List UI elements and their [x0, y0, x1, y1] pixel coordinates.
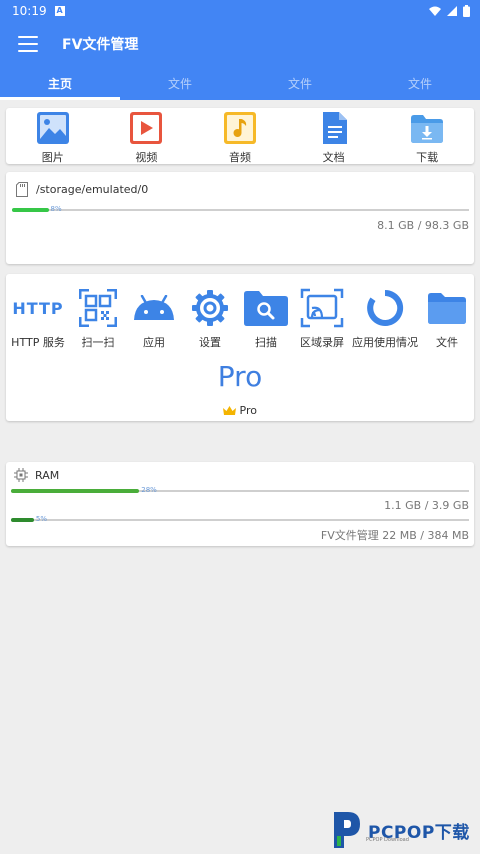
- category-downloads[interactable]: 下载: [397, 110, 457, 165]
- app-memory-size: FV文件管理 22 MB / 384 MB: [320, 529, 469, 542]
- wifi-icon: [429, 6, 441, 16]
- usage-chart-icon: [367, 289, 404, 326]
- gear-icon: [192, 290, 228, 326]
- app-bar: 10:19 A FV文件管理 主页 文件 文件 文件: [0, 0, 480, 100]
- tool-scan-qr[interactable]: 扫一扫: [70, 286, 126, 350]
- app-memory-progress-fill: [11, 518, 34, 522]
- menu-icon[interactable]: [18, 36, 38, 52]
- qr-scan-icon: [79, 289, 117, 327]
- category-label: 视频: [135, 151, 158, 164]
- tool-http-server[interactable]: HTTP HTTP 服务: [6, 286, 70, 350]
- category-label: 下载: [416, 151, 439, 164]
- tool-label: 扫描: [255, 336, 277, 349]
- tool-label: 文件: [436, 336, 458, 349]
- video-icon: [130, 112, 163, 144]
- tool-files[interactable]: 文件: [420, 286, 474, 350]
- tool-label: 应用: [143, 336, 165, 349]
- category-images[interactable]: 图片: [23, 110, 83, 165]
- sd-card-icon: [16, 182, 28, 197]
- http-icon: HTTP: [12, 298, 64, 318]
- tab-files-1[interactable]: 文件: [120, 68, 240, 100]
- cellular-icon: [447, 6, 457, 16]
- folder-icon: [428, 293, 466, 324]
- image-icon: [36, 112, 69, 144]
- tab-home[interactable]: 主页: [0, 68, 120, 100]
- tool-apps[interactable]: 应用: [126, 286, 182, 350]
- category-label: 文档: [322, 151, 345, 164]
- tool-screen-record[interactable]: 区域录屏: [294, 286, 350, 350]
- document-icon: [322, 112, 347, 144]
- pcpop-logo-icon: [334, 812, 360, 848]
- tool-scan-files[interactable]: 扫描: [238, 286, 294, 350]
- ram-progress-track: [11, 489, 469, 493]
- storage-card[interactable]: /storage/emulated/0 8% 8.1 GB / 98.3 GB: [6, 172, 474, 264]
- category-documents[interactable]: 文档: [304, 110, 364, 165]
- crown-icon: [223, 406, 237, 415]
- watermark-subtext: PCPOP Download: [366, 837, 409, 843]
- screen-cast-icon: [300, 288, 344, 328]
- tools-card: HTTP HTTP 服务 扫一扫 应用 设置 扫描 区域录屏 应用使用情况 文件…: [6, 274, 474, 421]
- app-memory-percent: 5%: [35, 515, 47, 523]
- storage-path: /storage/emulated/0: [36, 183, 149, 196]
- tool-label: 设置: [199, 336, 221, 349]
- storage-size: 8.1 GB / 98.3 GB: [377, 219, 469, 232]
- tool-app-usage[interactable]: 应用使用情况: [350, 286, 420, 350]
- android-icon: [134, 295, 174, 320]
- storage-progress-fill: [12, 208, 49, 212]
- chip-icon: [14, 468, 28, 482]
- tool-label: 区域录屏: [300, 336, 344, 349]
- tab-bar: 主页 文件 文件 文件: [0, 68, 480, 100]
- status-bar: 10:19 A: [0, 0, 480, 22]
- tab-files-3[interactable]: 文件: [360, 68, 480, 100]
- storage-progress-track: [12, 208, 469, 212]
- storage-percent: 8%: [50, 205, 62, 213]
- category-label: 图片: [41, 151, 64, 164]
- folder-search-icon: [244, 291, 288, 326]
- ram-progress-fill: [11, 489, 140, 493]
- app-title: FV文件管理: [62, 37, 139, 53]
- status-time: 10:19: [12, 4, 47, 18]
- tool-settings[interactable]: 设置: [182, 286, 238, 350]
- pro-small-label: Pro: [239, 404, 257, 417]
- category-audio[interactable]: 音频: [210, 110, 270, 165]
- app-memory-progress-track: [11, 518, 469, 522]
- tool-label: HTTP 服务: [11, 336, 65, 349]
- watermark: PCPOP下载 PCPOP Download: [332, 810, 470, 850]
- ram-card[interactable]: RAM 28% 1.1 GB / 3.9 GB 5% FV文件管理 22 MB …: [6, 462, 474, 546]
- tab-files-2[interactable]: 文件: [240, 68, 360, 100]
- audio-icon: [223, 112, 256, 144]
- pro-badge[interactable]: Pro: [6, 404, 474, 417]
- battery-icon: [463, 5, 470, 17]
- tool-label: 应用使用情况: [352, 336, 418, 349]
- ram-size: 1.1 GB / 3.9 GB: [384, 499, 469, 512]
- toolbar: FV文件管理: [0, 22, 480, 66]
- pro-banner[interactable]: Pro: [6, 360, 474, 393]
- category-card: 图片 视频 音频 文档 下载: [6, 108, 474, 164]
- a-icon: A: [54, 6, 65, 16]
- download-icon: [411, 115, 444, 143]
- category-label: 音频: [228, 151, 251, 164]
- tool-label: 扫一扫: [81, 336, 115, 349]
- ram-title: RAM: [35, 468, 60, 482]
- ram-percent: 28%: [141, 486, 157, 494]
- category-videos[interactable]: 视频: [116, 110, 176, 165]
